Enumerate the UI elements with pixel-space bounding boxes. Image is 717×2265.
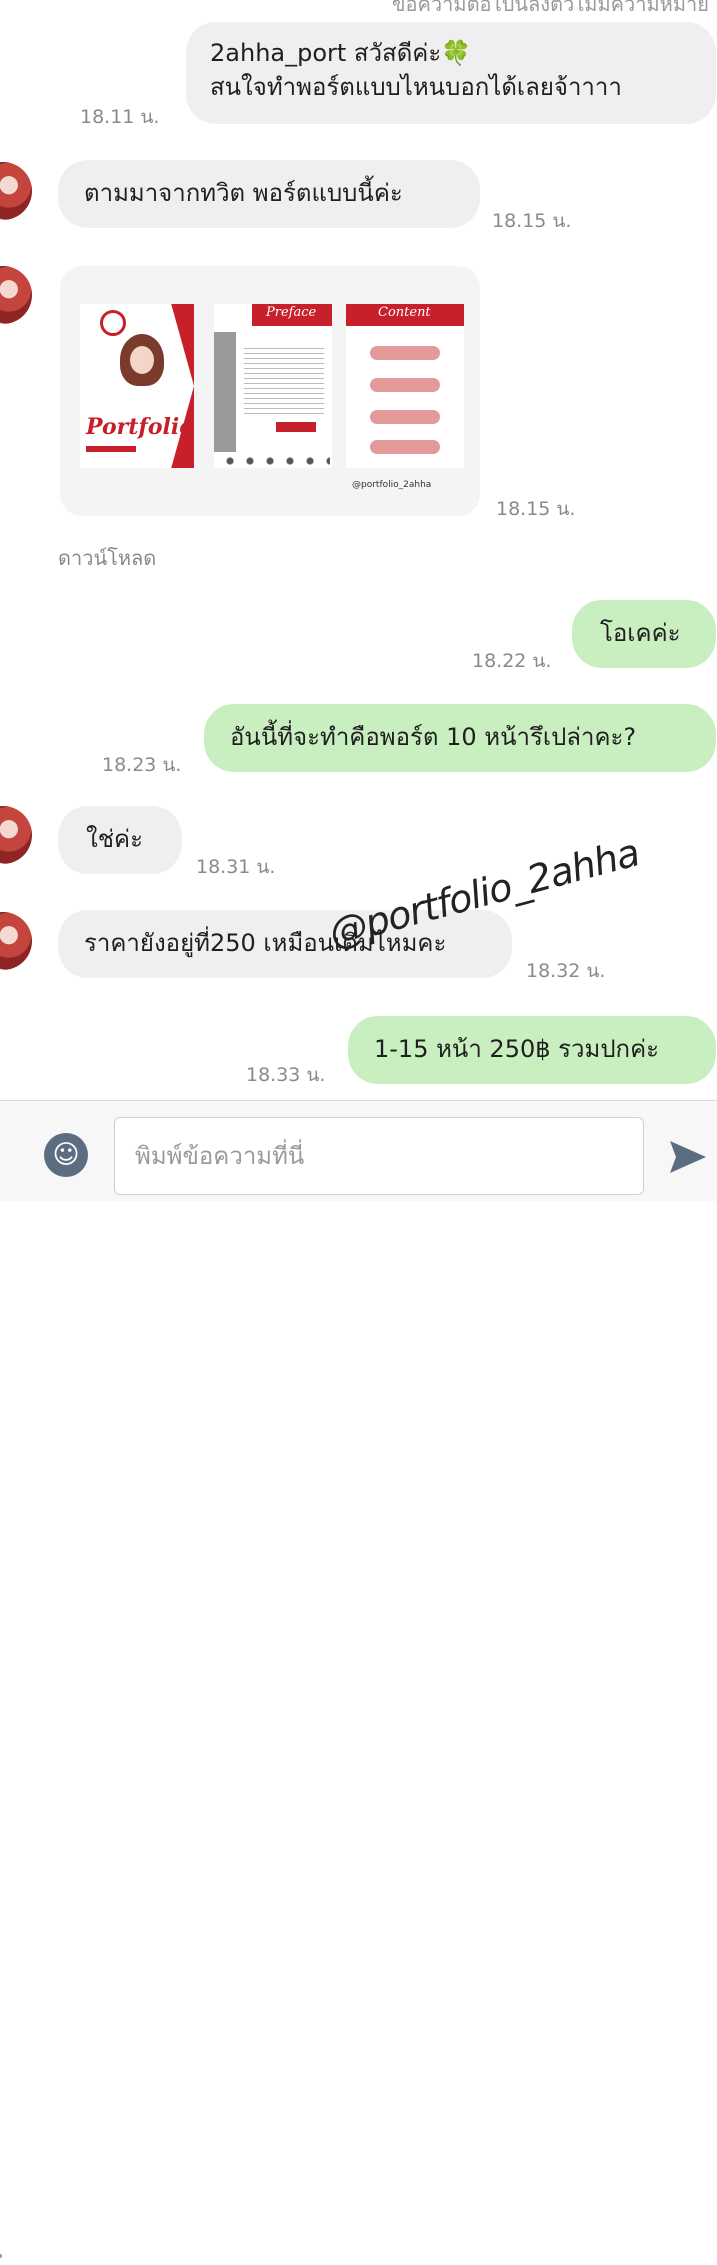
message-time: 18.11 น. (80, 106, 160, 128)
preview-tag: @portfolio_2ahha (352, 480, 432, 490)
message-bubble-outgoing[interactable]: อันนี้ที่จะทำคือพอร์ต 10 หน้ารึเปล่าคะ? (204, 704, 716, 772)
message-bubble-outgoing[interactable]: 2ahha_port สวัสดีค่ะ🍀 สนใจทำพอร์ตแบบไหนบ… (186, 22, 716, 124)
image-message[interactable]: Portfolio Preface Content @portfolio_2ah… (60, 266, 480, 516)
message-text: 1-15 หน้า 250฿ รวมปกค่ะ (374, 1035, 660, 1063)
message-bubble-incoming[interactable]: ตามมาจากทวิต พอร์ตแบบนี้ค่ะ (58, 160, 480, 228)
cover-name-bar (86, 446, 136, 452)
portrait-photo (120, 334, 164, 386)
portfolio-content-page: Content @portfolio_2ahha (346, 304, 464, 490)
avatar[interactable] (0, 806, 32, 864)
preface-signature-box (276, 422, 316, 432)
preface-text-lines (244, 344, 324, 414)
message-text: อันนี้ที่จะทำคือพอร์ต 10 หน้ารึเปล่าคะ? (230, 723, 637, 751)
cover-red-stripe (171, 304, 194, 468)
more-options-icon[interactable]: • (0, 2249, 4, 2265)
smile-icon[interactable]: ☺ (44, 1133, 88, 1177)
message-time: 18.32 น. (526, 960, 606, 982)
message-line: 2ahha_port สวัสดีค่ะ🍀 (210, 39, 472, 67)
message-time: 18.15 น. (496, 498, 576, 520)
avatar[interactable] (0, 162, 32, 220)
message-time: 18.15 น. (492, 210, 572, 232)
portfolio-cover-page: Portfolio (80, 304, 194, 468)
content-item (370, 346, 440, 360)
avatar[interactable] (0, 912, 32, 970)
message-bubble-incoming[interactable]: ใช่ค่ะ (58, 806, 182, 874)
content-title: Content (378, 305, 431, 320)
message-time: 18.22 น. (472, 650, 552, 672)
content-item (370, 410, 440, 424)
message-input[interactable] (114, 1117, 644, 1195)
download-link[interactable]: ดาวน์โหลด (58, 542, 156, 574)
preface-header: Preface (252, 304, 332, 326)
preface-side-bar (214, 332, 236, 452)
content-item (370, 378, 440, 392)
system-notice: ข้อความต่อไปนี้ลงตัวไม่มีความหมาย (391, 0, 709, 16)
message-bubble-outgoing[interactable]: 1-15 หน้า 250฿ รวมปกค่ะ (348, 1016, 716, 1084)
message-line: สนใจทำพอร์ตแบบไหนบอกได้เลยจ้าาาา (210, 73, 622, 101)
decorative-dots (220, 456, 330, 466)
cover-title: Portfolio (86, 414, 194, 440)
message-text: โอเคค่ะ (600, 619, 681, 647)
message-time: 18.33 น. (246, 1064, 326, 1086)
avatar[interactable] (0, 266, 32, 324)
content-header: Content (346, 304, 464, 326)
message-bubble-outgoing[interactable]: โอเคค่ะ (572, 600, 716, 668)
message-text: ตามมาจากทวิต พอร์ตแบบนี้ค่ะ (84, 179, 403, 207)
preface-title: Preface (266, 305, 317, 320)
message-composer: • ☺ (0, 1100, 717, 2265)
portfolio-preface-page: Preface (214, 304, 332, 468)
content-item (370, 440, 440, 454)
school-seal-icon (100, 310, 126, 336)
message-text: ใช่ค่ะ (86, 825, 143, 853)
send-icon[interactable] (668, 1137, 708, 1177)
message-time: 18.23 น. (102, 754, 182, 776)
message-time: 18.31 น. (196, 856, 276, 878)
